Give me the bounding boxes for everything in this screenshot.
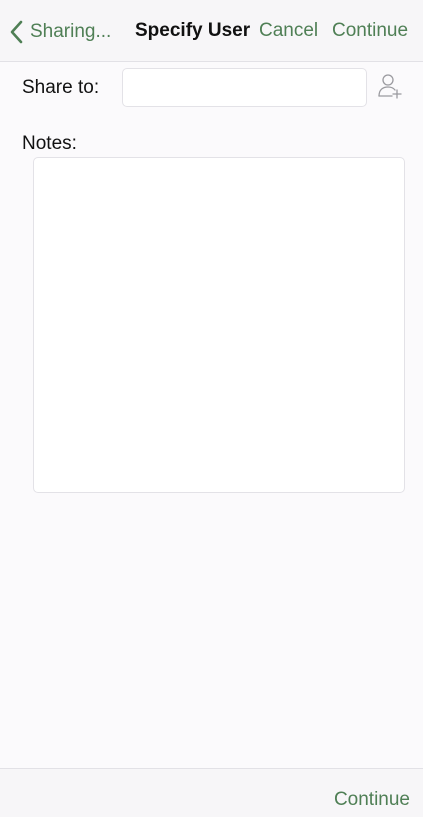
- chevron-left-icon: [6, 20, 26, 44]
- notes-label: Notes:: [22, 133, 77, 154]
- share-to-input[interactable]: [122, 68, 367, 107]
- add-user-button[interactable]: [375, 73, 403, 104]
- notes-textarea[interactable]: [33, 157, 405, 493]
- share-to-label: Share to:: [22, 77, 100, 98]
- page-title: Specify User: [135, 20, 251, 41]
- cancel-button[interactable]: Cancel: [259, 20, 318, 42]
- back-button[interactable]: Sharing...: [6, 18, 111, 46]
- add-user-icon: [376, 73, 402, 104]
- continue-button[interactable]: Continue: [332, 20, 408, 42]
- bottom-toolbar: Continue: [0, 768, 423, 817]
- specify-user-screen: Sharing... Specify User Cancel Continue …: [0, 0, 423, 817]
- back-button-label: Sharing...: [30, 21, 112, 42]
- bottom-continue-button[interactable]: Continue: [334, 789, 410, 811]
- navigation-bar: Sharing... Specify User Cancel Continue: [0, 0, 423, 62]
